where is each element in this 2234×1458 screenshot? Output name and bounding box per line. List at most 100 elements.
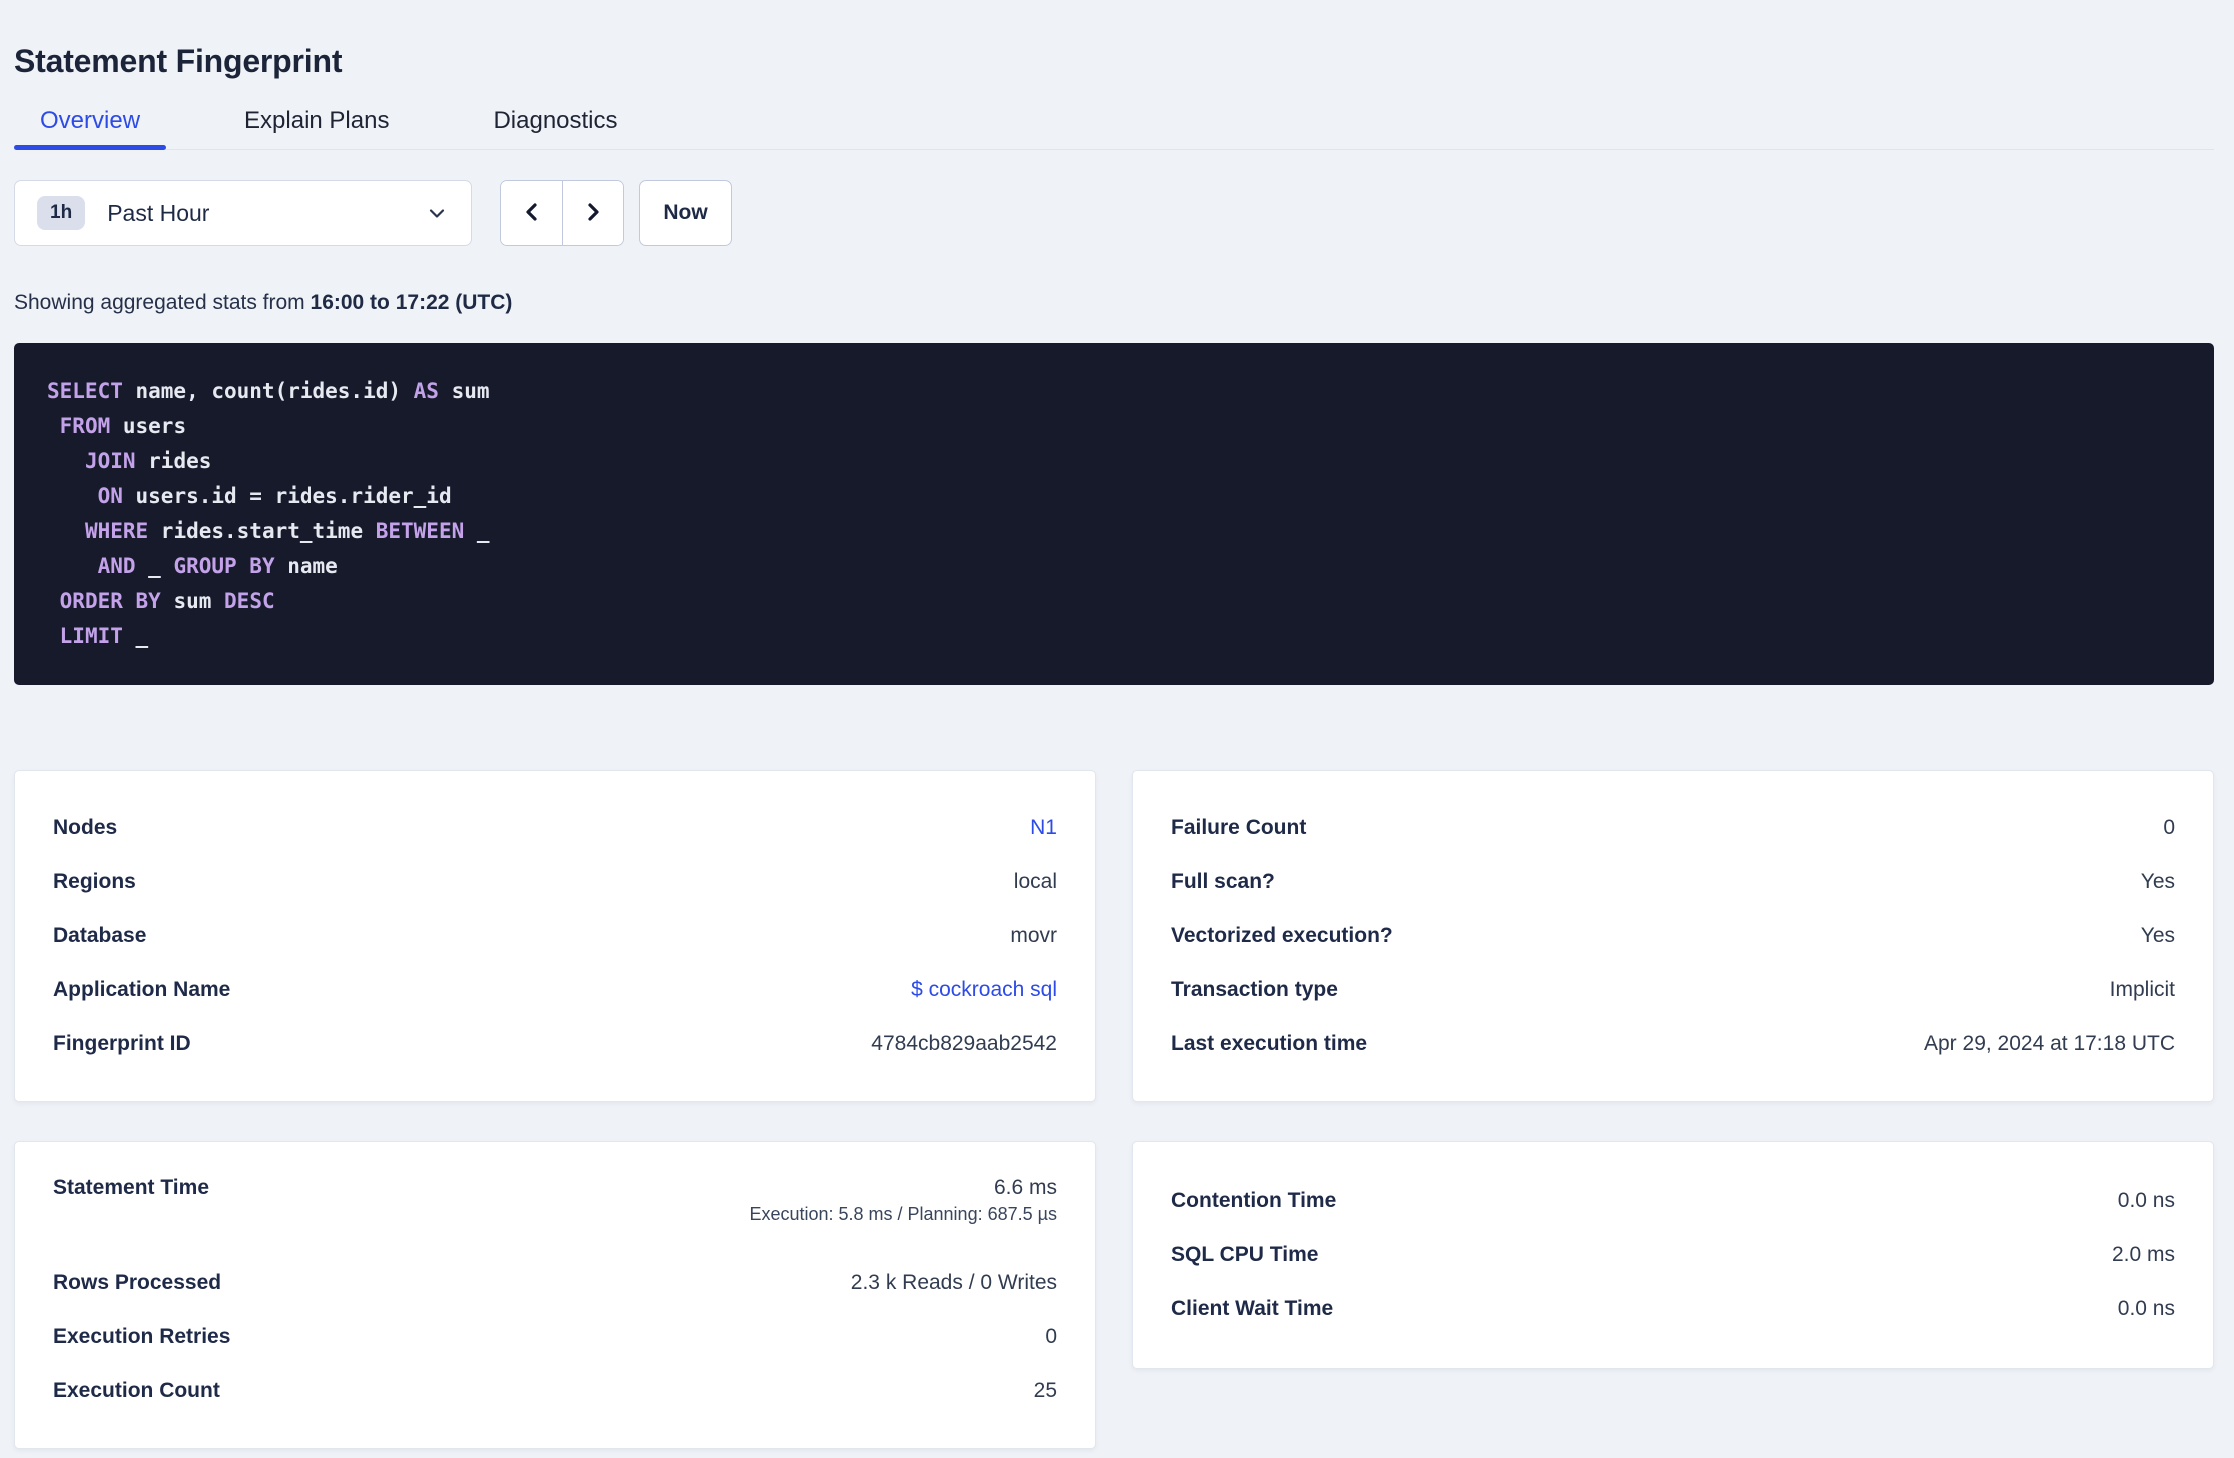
sql-line: LIMIT _ — [47, 619, 2181, 654]
row-label: Database — [53, 924, 147, 947]
chevron-down-icon — [425, 201, 449, 225]
sql-line: ORDER BY sum DESC — [47, 584, 2181, 619]
card-row: Database movr — [53, 909, 1057, 963]
row-value: 4784cb829aab2542 — [871, 1032, 1057, 1055]
row-value-group: Yes — [2141, 870, 2175, 894]
row-value: Yes — [2140, 870, 2175, 893]
statement-details-card: Nodes N1 Regions local Database movr Applicati… — [14, 770, 1096, 1102]
card-row: Failure Count 0 — [1171, 801, 2175, 855]
row-label: Execution Count — [53, 1379, 220, 1402]
wait-time-card: Contention Time 0.0 ns SQL CPU Time 2.0 ms C… — [1132, 1141, 2214, 1369]
time-picker-row: 1h Past Hour Now — [14, 180, 2214, 246]
chevron-right-icon — [581, 200, 605, 227]
sql-line: FROM users — [47, 409, 2181, 444]
row-label: Full scan? — [1171, 870, 1275, 893]
row-value-group: Yes — [2141, 924, 2175, 948]
card-row: Vectorized execution? Yes — [1171, 909, 2175, 963]
card-row: Full scan? Yes — [1171, 855, 2175, 909]
sql-text: sum — [438, 379, 490, 403]
row-label: Application Name — [53, 978, 231, 1001]
row-label: Regions — [53, 870, 136, 893]
row-label: Transaction type — [1171, 978, 1338, 1001]
row-label: Rows Processed — [53, 1271, 222, 1294]
sql-line: JOIN rides — [47, 444, 2181, 479]
sql-keyword: ON — [97, 484, 123, 508]
now-button[interactable]: Now — [639, 180, 732, 246]
row-label: Nodes — [53, 816, 118, 839]
time-preset-label: Past Hour — [107, 199, 210, 226]
row-subvalue: Execution: 5.8 ms / Planning: 687.5 µs — [749, 1204, 1057, 1224]
sql-text: _ — [135, 554, 174, 578]
sql-line: WHERE rides.start_time BETWEEN _ — [47, 514, 2181, 549]
card-row: Contention Time 0.0 ns — [1171, 1174, 2175, 1228]
sql-keyword: LIMIT — [59, 624, 123, 648]
card-row: Application Name $ cockroach sql — [53, 963, 1057, 1017]
previous-window-button[interactable] — [501, 181, 562, 245]
sql-keyword: BETWEEN — [375, 519, 465, 543]
row-value: 0 — [2163, 816, 2175, 839]
sql-text: _ — [464, 519, 490, 543]
tab-overview[interactable]: Overview — [14, 98, 167, 150]
row-label: Client Wait Time — [1171, 1297, 1334, 1320]
timing-cards-row: Statement Time 6.6 ms Execution: 5.8 ms / … — [14, 1141, 2214, 1449]
card-row: Client Wait Time 0.0 ns — [1171, 1282, 2175, 1336]
time-window-stepper — [500, 180, 624, 246]
tab-explain-plans[interactable]: Explain Plans — [218, 98, 415, 149]
sql-text: users — [110, 414, 187, 438]
aggregation-note-prefix: Showing aggregated stats from — [14, 291, 311, 314]
page-title: Statement Fingerprint — [14, 43, 343, 79]
row-value-group: movr — [1010, 924, 1057, 948]
row-value: 6.6 ms — [993, 1176, 1057, 1199]
row-value-group: 0 — [1045, 1325, 1057, 1349]
sql-line: AND _ GROUP BY name — [47, 549, 2181, 584]
aggregation-note: Showing aggregated stats from 16:00 to 1… — [14, 289, 2214, 316]
card-row: Execution Retries 0 — [53, 1310, 1057, 1364]
row-value: 2.3 k Reads / 0 Writes — [850, 1271, 1057, 1294]
aggregation-note-range: 16:00 to 17:22 (UTC) — [310, 291, 513, 314]
tab-diagnostics[interactable]: Diagnostics — [467, 98, 643, 149]
card-row: Statement Time 6.6 ms Execution: 5.8 ms / … — [53, 1172, 1057, 1256]
row-label: SQL CPU Time — [1171, 1243, 1319, 1266]
row-value-group: 2.0 ms — [2112, 1243, 2175, 1267]
sql-text: name — [274, 554, 338, 578]
row-label: Failure Count — [1171, 816, 1307, 839]
row-value-group: 0.0 ns — [2118, 1189, 2175, 1213]
sql-keyword: GROUP BY — [173, 554, 275, 578]
row-value-group: 2.3 k Reads / 0 Writes — [851, 1271, 1057, 1295]
row-value-link[interactable]: N1 — [1030, 816, 1057, 840]
next-window-button[interactable] — [562, 181, 623, 245]
execution-attributes-card: Failure Count 0 Full scan? Yes Vectorized ex… — [1132, 770, 2214, 1102]
row-value: movr — [1010, 924, 1057, 947]
sql-text: rides.start_time — [148, 519, 376, 543]
row-value: Apr 29, 2024 at 17:18 UTC — [1924, 1032, 2175, 1055]
row-value: Yes — [2140, 924, 2175, 947]
row-value-group: Apr 29, 2024 at 17:18 UTC — [1924, 1032, 2175, 1056]
row-value-group: 0.0 ns — [2118, 1297, 2175, 1321]
sql-keyword: JOIN — [84, 449, 136, 473]
time-preset-badge: 1h — [37, 196, 86, 230]
row-value-group: local — [1014, 870, 1057, 894]
sql-keyword: WHERE — [84, 519, 149, 543]
row-label: Execution Retries — [53, 1325, 231, 1348]
sql-line: SELECT name, count(rides.id) AS sum — [47, 374, 2181, 409]
sql-text: rides — [135, 449, 212, 473]
row-label: Vectorized execution? — [1171, 924, 1393, 947]
sql-text: sum — [160, 589, 225, 613]
sql-text: _ — [122, 624, 149, 648]
row-label: Statement Time — [53, 1176, 209, 1199]
row-value-group: 4784cb829aab2542 — [871, 1032, 1057, 1056]
row-value-group: 25 — [1034, 1379, 1057, 1403]
statement-timing-card: Statement Time 6.6 ms Execution: 5.8 ms / … — [14, 1141, 1096, 1449]
card-row: Execution Count 25 — [53, 1364, 1057, 1418]
card-row: SQL CPU Time 2.0 ms — [1171, 1228, 2175, 1282]
sql-keyword: DESC — [224, 589, 275, 613]
time-range-select[interactable]: 1h Past Hour — [14, 180, 472, 246]
row-value: 0 — [1045, 1325, 1057, 1348]
sql-text: name, count(rides.id) — [122, 379, 414, 403]
row-value-link[interactable]: $ cockroach sql — [911, 978, 1057, 1002]
sql-keyword: AS — [413, 379, 439, 403]
card-row: Fingerprint ID 4784cb829aab2542 — [53, 1017, 1057, 1071]
